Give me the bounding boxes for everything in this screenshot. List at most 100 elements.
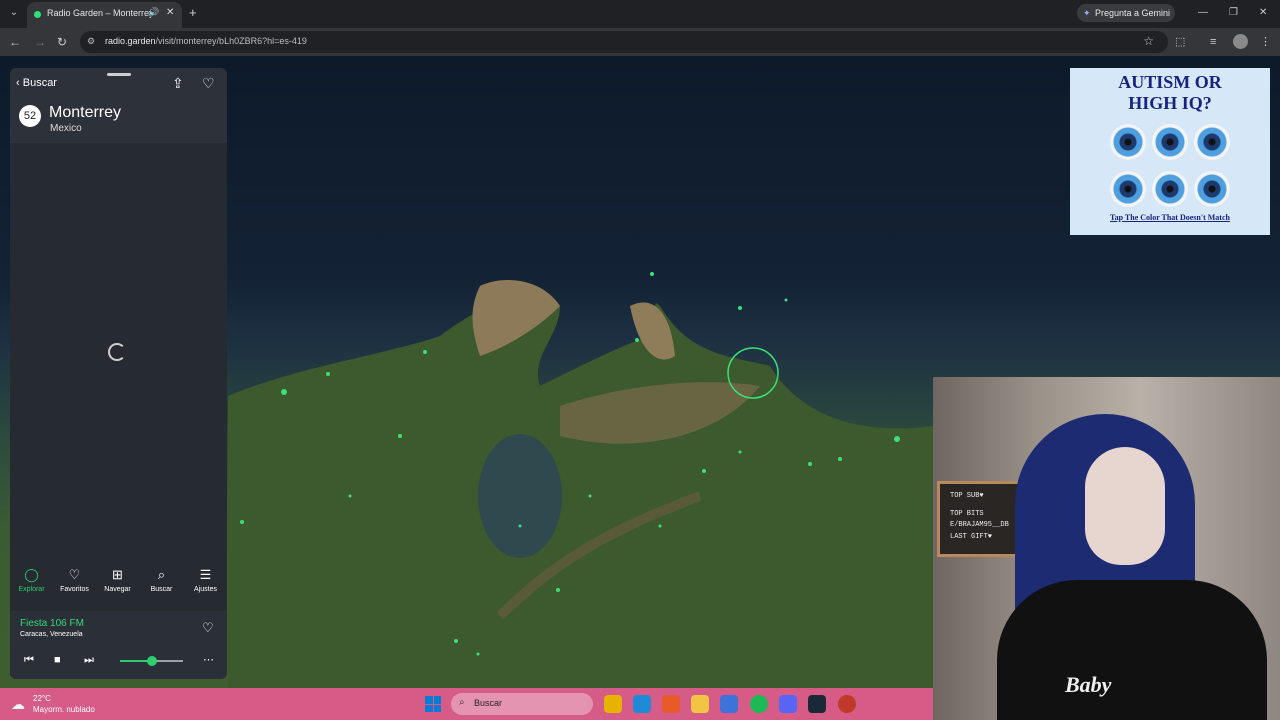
eye-icon[interactable] (1194, 124, 1230, 160)
gemini-label: Pregunta a Gemini (1095, 8, 1171, 18)
store-icon[interactable] (720, 695, 738, 713)
media-control-icon[interactable]: ≡ (1210, 35, 1216, 49)
eye-icon[interactable] (1152, 171, 1188, 207)
extensions-icon[interactable]: ⬚ (1175, 35, 1185, 49)
volume-slider[interactable] (120, 656, 183, 666)
player-favorite-icon[interactable]: ♡ (202, 620, 214, 636)
tab-close-icon[interactable]: ✕ (166, 7, 174, 18)
window-close-icon[interactable]: ✕ (1259, 7, 1267, 19)
volume-knob[interactable] (146, 656, 157, 666)
nav-favoritos[interactable]: ♡ Favoritos (53, 563, 96, 599)
country-subtitle: Mexico (50, 123, 82, 134)
steam-icon[interactable] (808, 695, 826, 713)
bookmark-star-icon[interactable]: ☆ (1143, 34, 1154, 48)
reload-icon[interactable]: ↻ (57, 35, 67, 49)
taskbar-search[interactable]: ⌕ Buscar (451, 693, 593, 715)
loading-spinner-icon (108, 343, 126, 361)
station-location: Caracas, Venezuela (20, 631, 83, 638)
back-icon[interactable]: ← (9, 35, 21, 49)
city-title: Monterrey (49, 104, 122, 121)
tab-list-icon[interactable]: ⌄ (6, 5, 22, 21)
weather-cloud-icon[interactable]: ☁ (11, 696, 25, 713)
gemini-button[interactable]: ✦ Pregunta a Gemini (1077, 4, 1175, 22)
browser-tab-bar: ⌄ Radio Garden – Monterrey 🔊 ✕ + ✦ Pregu… (0, 0, 1280, 28)
nav-explorar[interactable]: ◯ Explorar (10, 563, 53, 599)
panel-drag-handle[interactable] (107, 73, 131, 76)
taskbar-search-placeholder: Buscar (474, 698, 503, 708)
board-line: TOP BITS (950, 510, 984, 518)
bottom-nav: ◯ Explorar ♡ Favoritos ⊞ Navegar ⌕ Busca… (10, 563, 227, 603)
share-icon[interactable]: ⇪ (172, 75, 184, 92)
browser-menu-icon[interactable]: ⋮ (1260, 35, 1271, 49)
ad-headline: AUTISM OR HIGH IQ? (1070, 72, 1270, 114)
next-icon[interactable]: ⏭ (84, 654, 94, 666)
tab-audio-icon[interactable]: 🔊 (148, 7, 159, 18)
person-shirt (997, 580, 1267, 720)
nav-label: Ajustes (194, 586, 217, 593)
url-input[interactable]: ⚙ radio.garden/visit/monterrey/bLh0ZBR6?… (80, 31, 1168, 53)
file-explorer-icon[interactable] (691, 695, 709, 713)
weather-temperature: 22°C (33, 694, 51, 703)
profile-avatar[interactable] (1233, 34, 1248, 49)
now-playing-player: Fiesta 106 FM Caracas, Venezuela ♡ ⏮ ■ ⏭… (10, 611, 227, 679)
eye-icon[interactable] (1194, 171, 1230, 207)
nav-label: Buscar (150, 586, 173, 593)
nav-label: Explorar (18, 586, 45, 593)
nav-label: Favoritos (60, 586, 89, 593)
url-host: radio.garden (105, 36, 156, 46)
nav-buscar[interactable]: ⌕ Buscar (140, 563, 183, 599)
webcam-overlay: TOP SUB♥ TOP BITS E/BRAJAM95__DB LAST GI… (933, 377, 1280, 720)
stop-icon[interactable]: ■ (54, 654, 61, 666)
nav-navegar[interactable]: ⊞ Navegar (96, 563, 139, 599)
tab-title: Radio Garden – Monterrey (47, 8, 154, 18)
url-text: radio.garden/visit/monterrey/bLh0ZBR6?hl… (105, 36, 307, 46)
address-bar-row: ← → ↻ ⚙ radio.garden/visit/monterrey/bLh… (0, 28, 1280, 56)
favorite-heart-icon[interactable]: ♡ (202, 75, 215, 92)
shirt-print: Baby (1065, 672, 1112, 697)
new-tab-icon[interactable]: + (189, 6, 197, 19)
explore-icon: ◯ (24, 567, 39, 582)
station-count-badge: 52 (19, 105, 41, 127)
gemini-icon: ✦ (1083, 8, 1091, 18)
map-icon: ⊞ (112, 567, 123, 582)
taskbar: ☁ 22°C Mayorm. nublado ⌕ Buscar (0, 688, 933, 720)
advertisement[interactable]: AUTISM OR HIGH IQ? Tap The Color That Do… (1070, 68, 1270, 235)
site-info-icon[interactable]: ⚙ (87, 36, 95, 47)
ad-eye-grid (1105, 124, 1235, 218)
board-line: TOP SUB♥ (950, 492, 984, 500)
discord-icon[interactable] (779, 695, 797, 713)
browser-tab[interactable]: Radio Garden – Monterrey 🔊 ✕ (27, 2, 182, 28)
board-line: LAST GIFT♥ (950, 533, 993, 541)
eye-icon[interactable] (1110, 171, 1146, 207)
settings-menu-icon: ☰ (199, 567, 212, 582)
restore-icon[interactable]: ❐ (1229, 7, 1238, 19)
eye-icon[interactable] (1110, 124, 1146, 160)
chevron-left-icon: ‹ (16, 77, 20, 89)
start-windows-icon[interactable] (425, 696, 441, 712)
favicon-icon (34, 11, 41, 18)
forward-icon[interactable]: → (34, 35, 46, 49)
station-name[interactable]: Fiesta 106 FM (20, 618, 84, 629)
eye-icon[interactable] (1152, 124, 1188, 160)
brave-icon[interactable] (662, 695, 680, 713)
back-to-search-button[interactable]: ‹ Buscar (16, 77, 57, 89)
heart-icon: ♡ (68, 567, 81, 582)
obs-icon[interactable] (838, 695, 856, 713)
nav-ajustes[interactable]: ☰ Ajustes (184, 563, 227, 599)
ad-headline-line2: HIGH IQ? (1128, 93, 1212, 113)
board-line: E/BRAJAM95__DB (950, 521, 1009, 529)
nav-label: Navegar (104, 586, 131, 593)
search-icon: ⌕ (459, 697, 465, 708)
search-icon: ⌕ (157, 567, 166, 582)
station-panel: ‹ Buscar ⇪ ♡ 52 Monterrey Mexico ◯ Explo… (10, 68, 227, 679)
more-options-icon[interactable]: ⋯ (203, 653, 214, 666)
ad-cta-link[interactable]: Tap The Color That Doesn't Match (1070, 213, 1270, 222)
previous-icon[interactable]: ⏮ (24, 654, 34, 666)
minimize-icon[interactable]: — (1198, 7, 1208, 19)
chrome-icon[interactable] (604, 695, 622, 713)
back-label: Buscar (22, 77, 57, 89)
spotify-icon[interactable] (750, 695, 768, 713)
edge-icon[interactable] (633, 695, 651, 713)
person-face (1085, 447, 1165, 565)
weather-condition: Mayorm. nublado (33, 705, 95, 714)
